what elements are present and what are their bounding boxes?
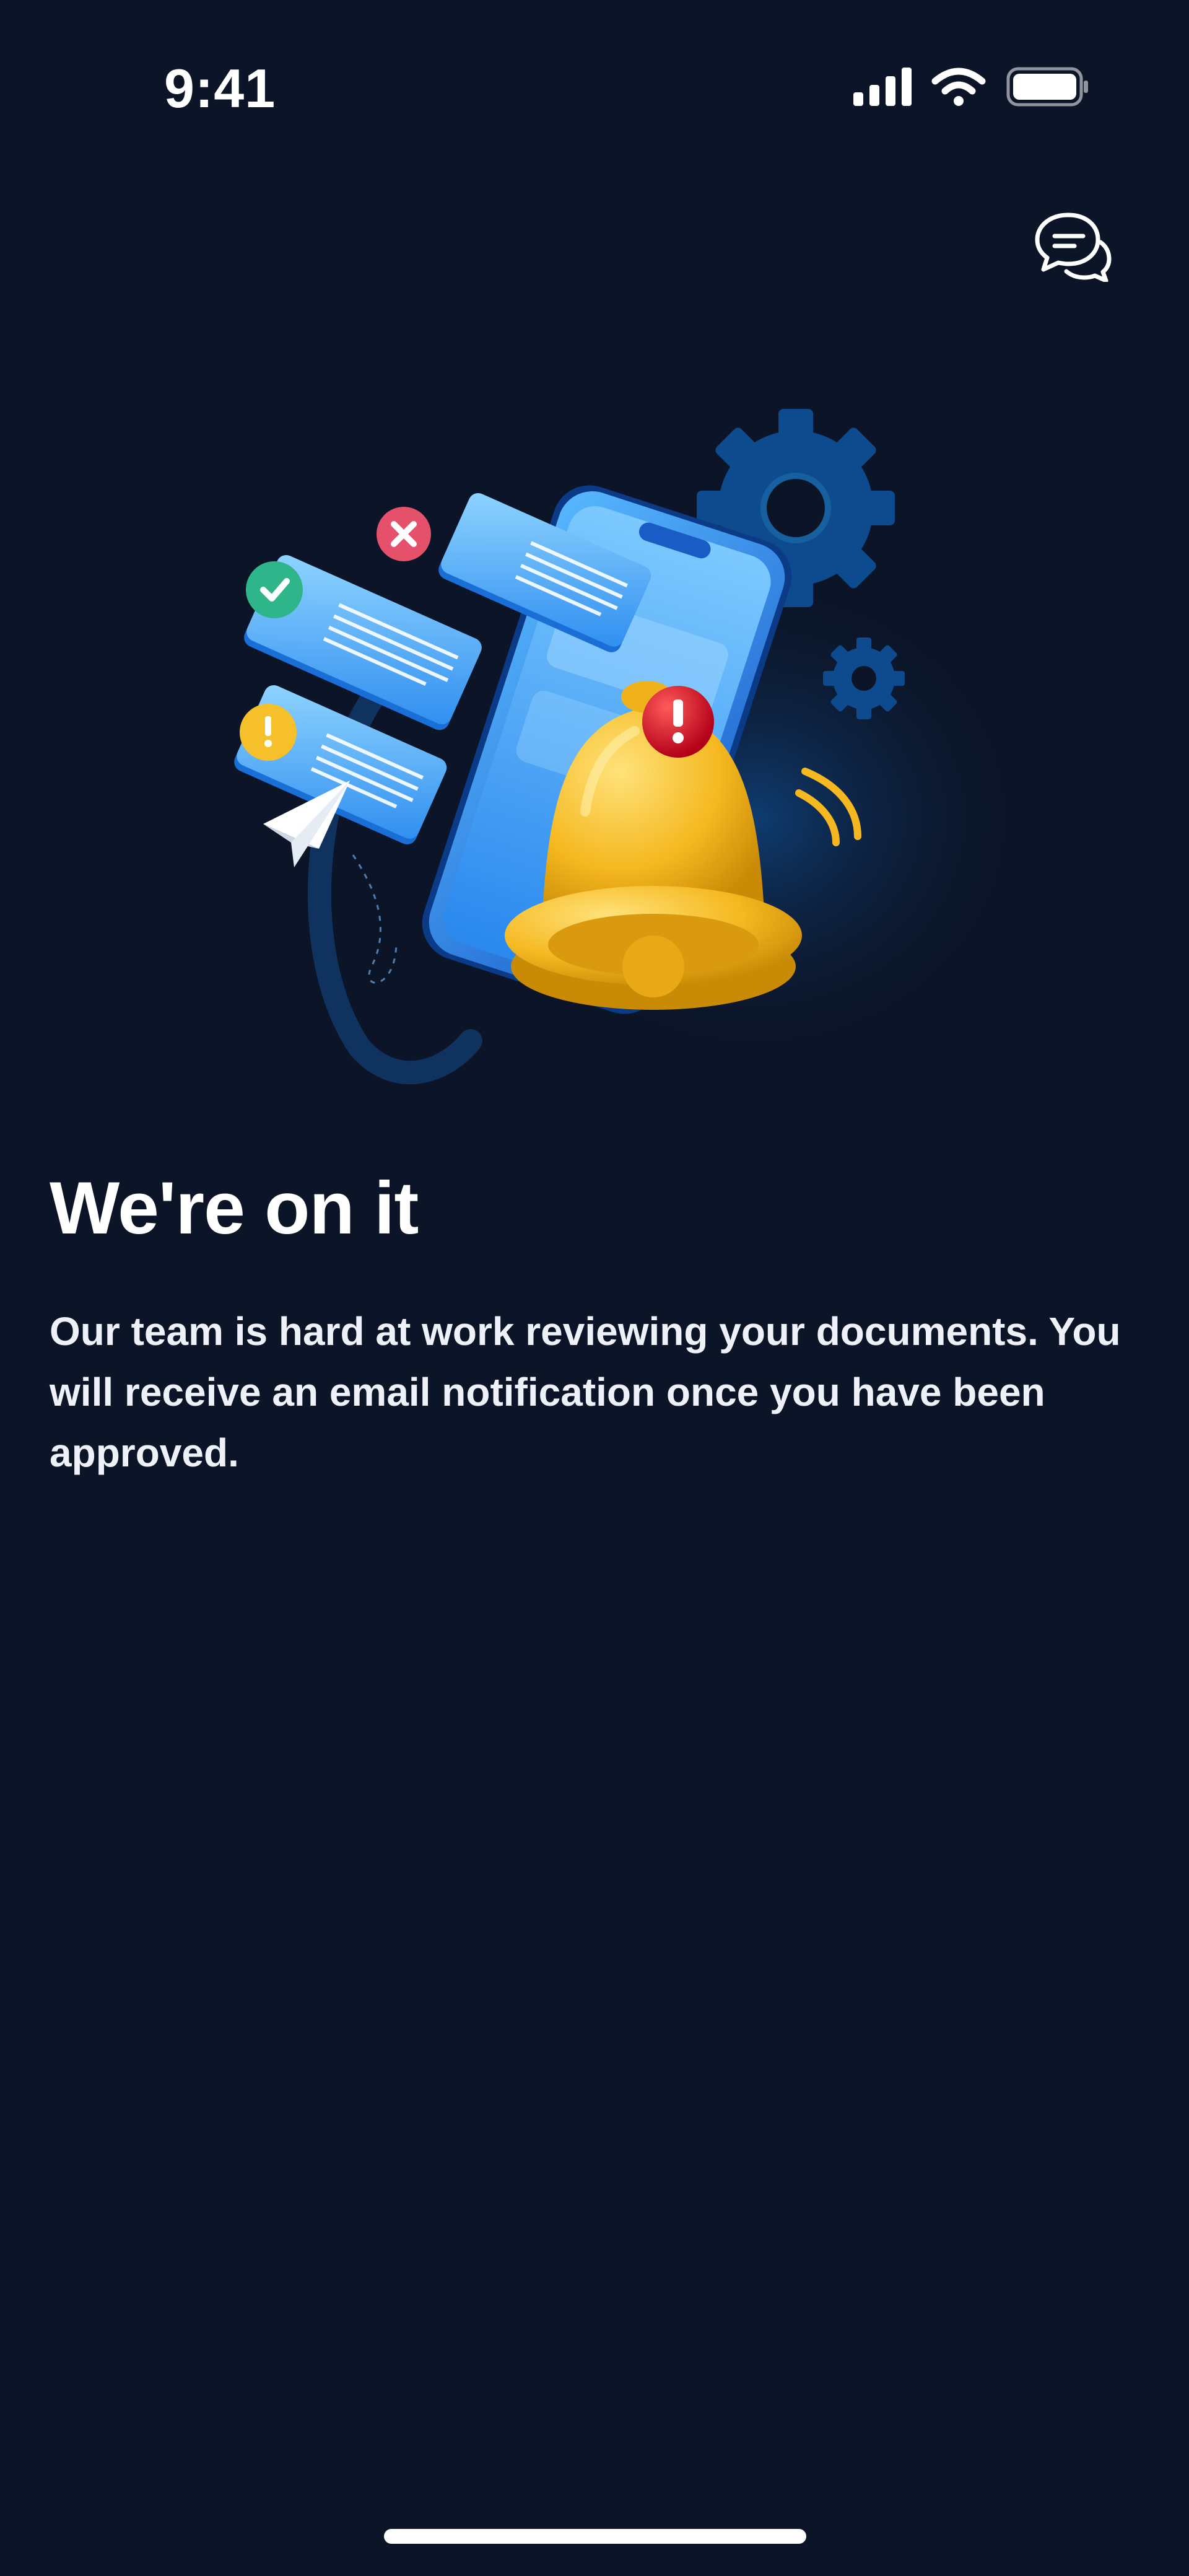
battery-icon xyxy=(1006,67,1088,107)
small-gear xyxy=(823,637,905,719)
notification-bell-phone-illustration xyxy=(234,409,1047,1084)
chat-bubbles-icon[interactable] xyxy=(1031,208,1112,282)
status-warning-icon xyxy=(240,704,297,761)
cellular-signal-icon xyxy=(853,68,912,106)
home-indicator[interactable] xyxy=(384,2529,806,2544)
page-title: We're on it xyxy=(50,1167,419,1250)
status-time: 9:41 xyxy=(164,58,276,119)
alert-badge xyxy=(642,686,714,758)
status-cross-icon xyxy=(377,507,431,561)
status-check-icon xyxy=(246,561,303,618)
wifi-icon xyxy=(931,68,986,106)
status-description: Our team is hard at work reviewing your … xyxy=(50,1309,1121,1475)
status-bar: 9:41 xyxy=(0,0,1189,173)
status-icons xyxy=(853,67,1088,107)
